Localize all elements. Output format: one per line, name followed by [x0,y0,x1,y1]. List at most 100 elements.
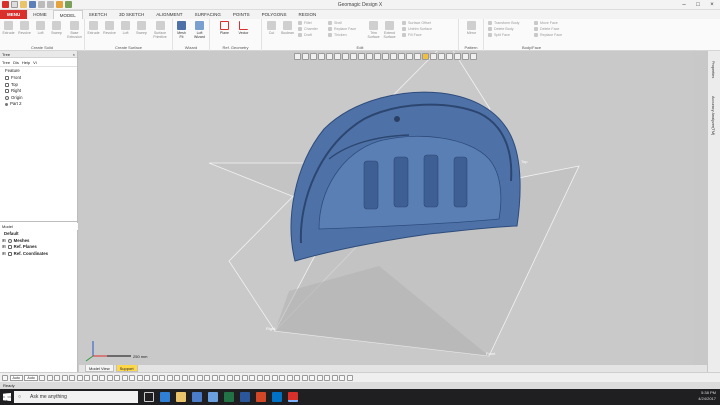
tool-icon[interactable] [174,374,181,381]
select-mode-icon[interactable] [294,53,301,60]
fill-face-button[interactable]: Fill Face [408,33,422,37]
tab-menu[interactable]: MENU [0,10,28,19]
light-icon[interactable] [414,53,421,60]
tab-model-view[interactable]: Model View [85,365,114,372]
tool-icon[interactable] [159,374,166,381]
delete-body-button[interactable]: Delete Body [494,27,514,31]
tool-icon[interactable] [346,374,353,381]
view-iso-icon[interactable] [382,53,389,60]
color-icon[interactable] [422,53,429,60]
accuracy-analyzer-dock-tab[interactable]: Accuracy Analyzer(TM) [711,96,715,135]
tool-icon[interactable] [61,374,68,381]
analysis-icon[interactable] [438,53,445,60]
visibility-icon[interactable] [446,53,453,60]
close-icon[interactable]: × [705,0,719,10]
tool-icon[interactable] [129,374,136,381]
extrude-solid-button[interactable]: Extrude [2,21,15,35]
tool-icon[interactable] [99,374,106,381]
selection-filter-select-2[interactable]: Auto [24,374,38,381]
file-explorer-icon[interactable] [176,392,186,402]
render-shaded-icon[interactable] [390,53,397,60]
rectangle-select-icon[interactable] [302,53,309,60]
tool-icon[interactable] [196,374,203,381]
mirror-button[interactable]: Mirror [465,21,478,35]
surface-primitive-button[interactable]: Surface Primitive [151,21,169,39]
tool-icon[interactable] [301,374,308,381]
edge-icon[interactable] [160,392,170,402]
replace-face-button[interactable]: Replace Face [334,27,356,31]
extension-select-icon[interactable] [342,53,349,60]
tool-icon[interactable] [69,374,76,381]
tool-icon[interactable] [46,374,53,381]
revolve-surface-button[interactable]: Revolve [103,21,116,35]
help-tab[interactable]: Help [22,60,30,65]
mail-icon[interactable] [208,392,218,402]
tool-icon[interactable] [256,374,263,381]
surface-offset-button[interactable]: Surface Offset [408,21,431,25]
untrim-surface-button[interactable]: Untrim Surface [408,27,432,31]
tool-icon[interactable] [144,374,151,381]
tool-icon[interactable] [106,374,113,381]
tab-polygons[interactable]: POLYGONS [256,10,293,19]
selection-mode-icon[interactable] [2,374,8,381]
tool-icon[interactable] [309,374,316,381]
tool-icon[interactable] [279,374,286,381]
tool-icon[interactable] [181,374,188,381]
boolean-button[interactable]: Boolean [281,21,294,35]
extrude-surface-button[interactable]: Extrude [87,21,100,35]
transform-body-button[interactable]: Transform Body [494,21,519,25]
sweep-solid-button[interactable]: Sweep [50,21,63,35]
circle-select-icon[interactable] [310,53,317,60]
render-wire-icon[interactable] [398,53,405,60]
pane-close-icon[interactable]: × [73,51,75,58]
tree-item-part[interactable]: Part 2 [0,101,77,108]
word-icon[interactable] [240,392,250,402]
expand-icon[interactable]: ⊞ [2,251,6,258]
tool-icon[interactable] [226,374,233,381]
shell-button[interactable]: Shell [334,21,342,25]
tool-icon[interactable] [219,374,226,381]
tab-support[interactable]: Support [115,365,138,372]
minimize-icon[interactable]: – [677,0,691,10]
split-face-button[interactable]: Split Face [494,33,510,37]
clock-date[interactable]: 4/24/2017 [698,396,716,402]
tool-icon[interactable] [264,374,271,381]
tool-icon[interactable] [114,374,121,381]
tab-surfacing[interactable]: SURFACING [189,10,227,19]
base-extrusion-button[interactable]: Base Extrusion [66,21,83,39]
extend-surface-button[interactable]: Extend Surface [383,21,396,39]
taskbar-search-input[interactable]: ○ Ask me anything [14,391,138,403]
powerpoint-icon[interactable] [256,392,266,402]
tool-icon[interactable] [76,374,83,381]
settings-icon[interactable] [454,53,461,60]
tool-icon[interactable] [286,374,293,381]
tool-icon[interactable] [234,374,241,381]
move-face-button[interactable]: Move Face [540,21,558,25]
cut-button[interactable]: Cut [265,21,278,35]
tree-tab[interactable]: Tree [2,60,10,65]
draft-button[interactable]: Draft [304,33,312,37]
geomagic-taskbar-icon[interactable] [288,392,298,402]
loft-solid-button[interactable]: Loft [34,21,47,35]
chamfer-button[interactable]: Chamfer [304,27,318,31]
tab-3d-sketch[interactable]: 3D SKETCH [113,10,150,19]
lasso-select-icon[interactable] [326,53,333,60]
tool-icon[interactable] [54,374,61,381]
delete-face-button[interactable]: Delete Face [540,27,559,31]
model-item-ref-coords[interactable]: ⊞ Ref. Coordinates [0,251,78,258]
tool-icon[interactable] [166,374,173,381]
tool-icon[interactable] [136,374,143,381]
tool-icon[interactable] [204,374,211,381]
zoom-window-icon[interactable] [366,53,373,60]
tool-icon[interactable] [121,374,128,381]
section-view-icon[interactable] [406,53,413,60]
filter-icon[interactable] [350,53,357,60]
snapshot-icon[interactable] [470,53,477,60]
tool-icon[interactable] [324,374,331,381]
vector-button[interactable]: Vector [237,21,250,35]
tab-points[interactable]: POINTS [227,10,256,19]
maximize-icon[interactable]: □ [691,0,705,10]
windows-start-icon[interactable] [3,393,11,401]
brush-select-icon[interactable] [334,53,341,60]
trim-surface-button[interactable]: Trim Surface [367,21,380,39]
